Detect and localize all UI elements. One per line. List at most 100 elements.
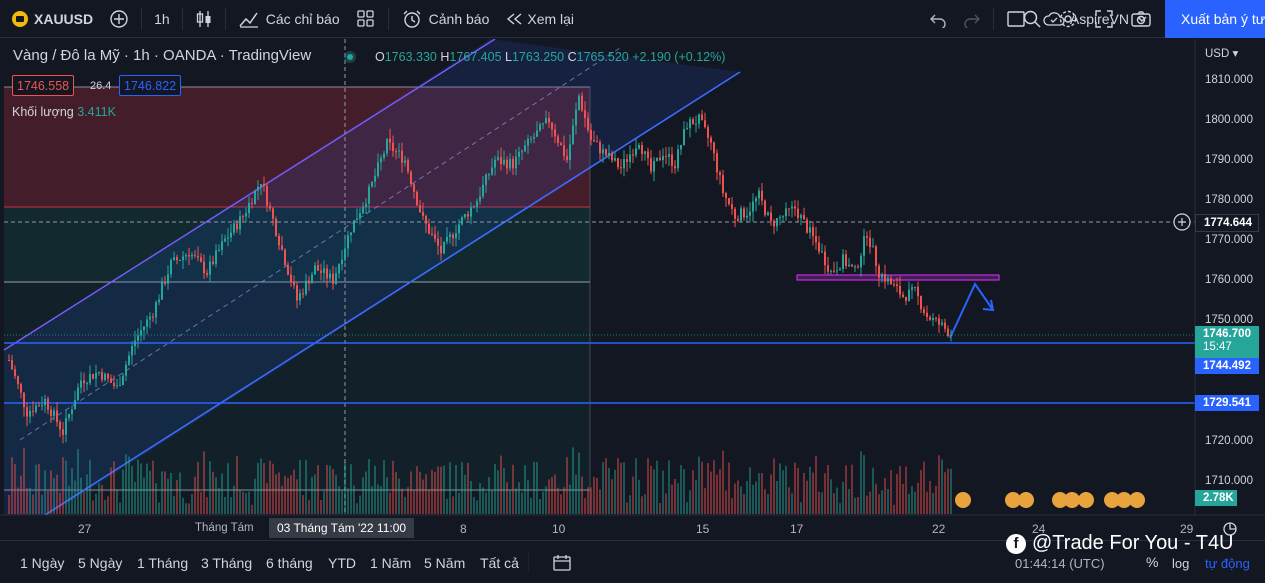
range-1m[interactable]: 1 Tháng — [137, 555, 188, 571]
volume-bar — [950, 468, 952, 514]
volume-bar — [698, 456, 700, 514]
volume-bar — [284, 475, 286, 514]
search-button[interactable] — [1014, 0, 1050, 38]
volume-bar — [575, 474, 577, 514]
volume-bar — [137, 459, 139, 514]
candle-body — [194, 254, 196, 256]
candle-body — [26, 407, 28, 417]
price-chart[interactable] — [0, 39, 1265, 583]
rewind-icon — [507, 12, 522, 25]
snapshot-button[interactable] — [1122, 0, 1160, 38]
volume-bar — [38, 463, 40, 514]
candle-body — [554, 129, 556, 137]
candle-body — [203, 261, 205, 274]
auto-scale-toggle[interactable]: tự động — [1205, 556, 1250, 571]
percent-toggle[interactable]: % — [1146, 554, 1158, 570]
candle-body — [866, 236, 868, 238]
publish-button[interactable]: Xuất bản ý tư — [1165, 0, 1265, 38]
expand-icon — [1095, 10, 1113, 28]
volume-bar — [635, 458, 637, 514]
candle-body — [44, 398, 46, 406]
undo-button[interactable] — [921, 0, 955, 38]
date-range-icon[interactable] — [552, 553, 572, 573]
volume-bar — [905, 466, 907, 514]
range-1d[interactable]: 1 Ngày — [20, 555, 64, 571]
candle-body — [848, 264, 850, 267]
candle-body — [437, 238, 439, 246]
candle-body — [938, 318, 940, 325]
candle-body — [113, 382, 115, 386]
volume-bar — [644, 494, 646, 514]
camera-icon — [1131, 11, 1151, 27]
candle-body — [761, 190, 763, 201]
candle-body — [122, 375, 124, 386]
volume-bar — [356, 503, 358, 514]
candle-body — [506, 159, 508, 169]
volume-bar — [335, 475, 337, 514]
candle-body — [641, 145, 643, 154]
templates-button[interactable] — [348, 0, 384, 38]
volume-bar — [515, 488, 517, 514]
candle-body — [344, 248, 346, 260]
volume-bar — [806, 480, 808, 514]
chart-type-button[interactable] — [187, 0, 221, 38]
buy-price[interactable]: 1746.822 — [119, 75, 182, 96]
settings-button[interactable] — [1050, 0, 1086, 38]
time-tick: 22 — [932, 522, 946, 536]
volume-bar — [125, 454, 127, 514]
volume-bar — [548, 479, 550, 514]
publish-label: Xuất bản ý tư — [1181, 11, 1265, 27]
volume-bar — [92, 500, 94, 514]
candle-body — [878, 265, 880, 278]
volume-bar — [176, 480, 178, 514]
range-3m[interactable]: 3 Tháng — [201, 555, 252, 571]
volume-bar — [26, 488, 28, 514]
volume-bar — [212, 471, 214, 514]
candle-body — [593, 140, 595, 142]
volume-bar — [488, 477, 490, 514]
redo-button[interactable] — [955, 0, 989, 38]
range-6m[interactable]: 6 tháng — [266, 555, 313, 571]
candle-body — [875, 246, 877, 266]
volume-bar — [14, 463, 16, 514]
range-5y[interactable]: 5 Năm — [424, 555, 465, 571]
range-5d[interactable]: 5 Ngày — [78, 555, 122, 571]
range-ytd[interactable]: YTD — [328, 555, 356, 571]
interval-button[interactable]: 1h — [146, 0, 178, 38]
symbol-button[interactable]: XAUUSD — [0, 0, 101, 38]
candle-body — [626, 159, 628, 162]
candle-body — [368, 186, 370, 204]
clock[interactable]: 01:44:14 (UTC) — [1015, 556, 1105, 571]
candle-body — [233, 223, 235, 233]
volume-bar — [41, 494, 43, 514]
volume-bar — [161, 471, 163, 514]
volume-bar — [653, 469, 655, 514]
volume-bar — [944, 472, 946, 514]
volume-bar — [701, 461, 703, 514]
currency-selector[interactable]: USD ▾ — [1205, 46, 1238, 60]
watermark: f @Trade For You - T4U — [1006, 532, 1234, 555]
volume-bar — [227, 463, 229, 514]
candle-body — [614, 158, 616, 161]
volume-bar — [611, 479, 613, 514]
alerts-button[interactable]: Cảnh báo — [393, 0, 498, 38]
volume-bar — [260, 458, 262, 514]
volume-bar — [308, 500, 310, 514]
range-1y[interactable]: 1 Năm — [370, 555, 411, 571]
candle-body — [164, 282, 166, 284]
fullscreen-button[interactable] — [1086, 0, 1122, 38]
volume-bar — [695, 480, 697, 514]
indicators-button[interactable]: Các chỉ báo — [230, 0, 348, 38]
candle-body — [38, 405, 40, 407]
log-toggle[interactable]: log — [1172, 556, 1189, 571]
candle-body — [143, 326, 145, 331]
add-symbol-button[interactable] — [101, 0, 137, 38]
volume-bar — [584, 498, 586, 514]
candle-body — [191, 254, 193, 257]
volume-bar — [641, 496, 643, 514]
volume-bar — [674, 478, 676, 514]
replay-button[interactable]: Xem lại — [497, 0, 582, 38]
volume-bar — [440, 466, 442, 514]
sell-price[interactable]: 1746.558 — [12, 75, 75, 96]
range-all[interactable]: Tất cả — [480, 555, 519, 571]
